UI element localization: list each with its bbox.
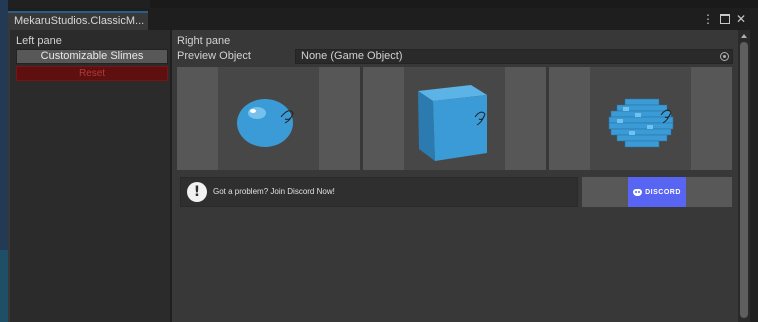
right-pane-label: Right pane [177, 35, 231, 47]
discord-logo-icon [633, 188, 643, 196]
preview-object-field[interactable]: None (Game Object) [295, 49, 733, 64]
object-picker-icon[interactable] [720, 52, 729, 61]
scroll-up-arrow-icon[interactable] [741, 34, 747, 38]
thumbnail-cube-slime[interactable] [363, 67, 546, 170]
left-pane-label: Left pane [16, 35, 62, 47]
left-pane: Left pane Customizable Slimes Reset [10, 30, 170, 322]
discord-button-area: DISCORD [582, 177, 732, 207]
maximize-icon[interactable] [719, 14, 730, 24]
scrollbar-thumb[interactable] [740, 42, 748, 318]
slime-thumbnails [177, 67, 733, 170]
tab-bar: MekaruStudios.ClassicM... ⋮ ✕ [8, 8, 750, 30]
thumbnail-round-slime[interactable] [177, 67, 360, 170]
preview-object-value: None (Game Object) [301, 50, 403, 62]
right-pane: Right pane Preview Object None (Game Obj… [172, 30, 738, 322]
discord-prompt-text: Got a problem? Join Discord Now! [213, 187, 335, 196]
window-controls: ⋮ ✕ [702, 11, 746, 27]
discord-button[interactable]: DISCORD [628, 177, 686, 207]
preview-object-label: Preview Object [177, 50, 251, 62]
customizable-slimes-button[interactable]: Customizable Slimes [16, 49, 168, 64]
preview-object-row: Preview Object None (Game Object) [177, 49, 733, 64]
sphere-slime-icon [237, 99, 294, 147]
discord-button-label: DISCORD [645, 188, 681, 196]
close-icon[interactable]: ✕ [736, 12, 746, 26]
discord-help-bar: ! Got a problem? Join Discord Now! [180, 177, 578, 207]
thumbnail-voxel-slime[interactable] [549, 67, 732, 170]
window-content: Left pane Customizable Slimes Reset Righ… [8, 30, 750, 322]
vertical-scrollbar[interactable] [738, 30, 750, 322]
desktop-background-strip [0, 0, 8, 322]
kebab-menu-icon[interactable]: ⋮ [702, 12, 714, 26]
editor-window: MekaruStudios.ClassicM... ⋮ ✕ Left pane … [8, 8, 750, 322]
voxel-slime-icon [608, 98, 674, 148]
window-tab[interactable]: MekaruStudios.ClassicM... [8, 11, 148, 30]
info-alert-icon: ! [187, 182, 207, 202]
reset-button[interactable]: Reset [16, 66, 168, 81]
desktop-top-bar [150, 0, 758, 8]
cube-slime-icon [418, 85, 487, 161]
